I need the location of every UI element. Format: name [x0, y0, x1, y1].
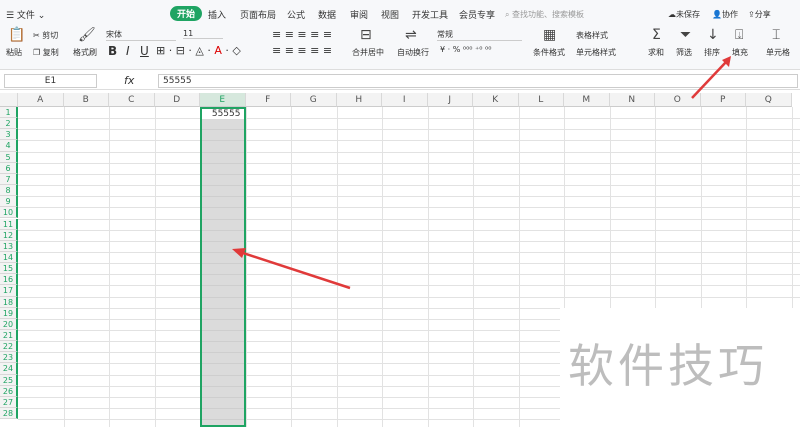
arrow-to-fill: [691, 61, 727, 99]
annotation-arrows: [232, 56, 731, 290]
arrow-head: [232, 248, 246, 258]
arrow-to-column: [239, 250, 351, 290]
